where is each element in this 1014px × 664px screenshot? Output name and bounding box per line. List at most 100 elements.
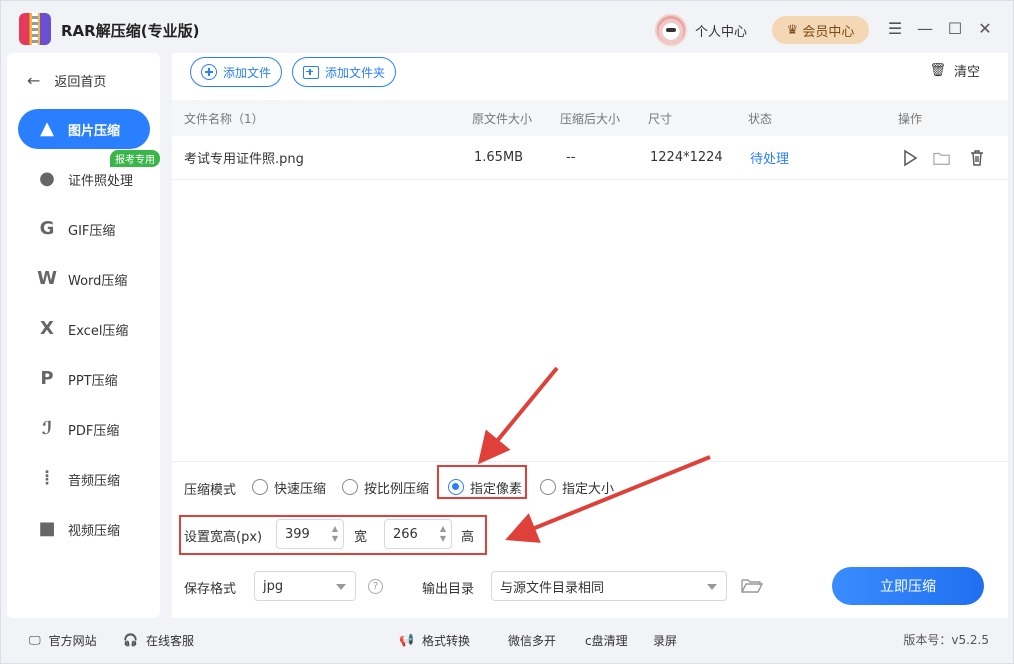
sidebar-item-label: 视频压缩: [68, 523, 121, 539]
support-link[interactable]: 🎧 在线客服: [123, 631, 194, 649]
divider: [172, 461, 1008, 462]
sidebar-item-id-photo[interactable]: ● 证件照处理: [18, 159, 150, 199]
dimensions: 1224*1224: [650, 150, 723, 165]
format-convert-label: 格式转换: [421, 633, 470, 648]
sidebar-item-label: 图片压缩: [68, 123, 121, 139]
table-header: 文件名称（1） 原文件大小 压缩后大小 尺寸 状态 操作: [172, 100, 1008, 136]
pdf-icon: ℐ: [41, 418, 53, 439]
output-select[interactable]: 与源文件目录相同: [491, 571, 727, 601]
add-file-button[interactable]: 添加文件: [190, 57, 283, 87]
crown-icon: ♛: [786, 22, 799, 38]
minimize-icon[interactable]: —: [915, 19, 935, 38]
mode-fast-radio[interactable]: 快速压缩: [252, 475, 326, 499]
main-panel: 添加文件 添加文件夹 🗑 清空 文件名称（1） 原文件大小 压缩后大小 尺寸 状…: [172, 53, 1008, 618]
app-title: RAR解压缩(专业版): [61, 22, 200, 40]
sidebar-item-label: 证件照处理: [68, 173, 134, 189]
sidebar-item-label: 音频压缩: [68, 473, 121, 489]
header-name: 文件名称（1）: [184, 111, 264, 126]
radio-icon: [252, 479, 268, 495]
format-select[interactable]: jpg: [254, 571, 356, 601]
ppt-icon: P: [40, 368, 54, 389]
sidebar-item-label: PDF压缩: [68, 423, 120, 439]
sidebar-item-audio[interactable]: ⦙ 音频压缩: [18, 459, 150, 499]
menu-icon[interactable]: ☰: [885, 19, 905, 38]
mode-fast-label: 快速压缩: [274, 481, 327, 497]
vip-center-button[interactable]: ♛ 会员中心: [772, 16, 869, 44]
sidebar-item-gif[interactable]: G GIF压缩: [18, 209, 150, 249]
header-orig-size: 原文件大小: [472, 111, 533, 126]
back-home-button[interactable]: ← 返回首页: [27, 71, 106, 90]
sidebar-item-video[interactable]: ■ 视频压缩: [18, 509, 150, 549]
website-label: 官方网站: [48, 633, 97, 648]
compress-now-button[interactable]: 立即压缩: [832, 567, 984, 605]
add-folder-button[interactable]: 添加文件夹: [292, 57, 397, 87]
header-dimensions: 尺寸: [648, 111, 673, 126]
version-label: 版本号：v5.2.5: [903, 633, 989, 647]
sidebar-item-excel[interactable]: X Excel压缩: [18, 309, 150, 349]
folder-open-icon[interactable]: [741, 577, 763, 595]
back-home-label: 返回首页: [54, 75, 107, 90]
radio-icon: [540, 479, 556, 495]
close-icon[interactable]: ✕: [975, 19, 995, 38]
record-link[interactable]: 录屏: [653, 631, 677, 649]
headset-icon: 🎧: [123, 633, 138, 647]
folder-icon[interactable]: [933, 149, 951, 167]
app-logo-icon: [19, 13, 51, 45]
chevron-down-icon: [707, 584, 717, 590]
support-label: 在线客服: [145, 633, 194, 648]
id-photo-icon: ●: [39, 168, 55, 189]
file-name: 考试专用证件照.png: [184, 152, 304, 167]
format-value: jpg: [263, 578, 284, 594]
format-label: 保存格式: [184, 582, 237, 597]
save-row: 保存格式 jpg ? 输出目录 与源文件目录相同: [184, 571, 784, 601]
output-value: 与源文件目录相同: [500, 580, 605, 596]
table-row: 考试专用证件照.png 1.65MB -- 1224*1224 待处理: [172, 136, 1008, 180]
avatar: [655, 14, 687, 46]
compress-now-label: 立即压缩: [880, 579, 936, 595]
output-label: 输出目录: [422, 582, 475, 597]
play-icon[interactable]: [901, 149, 919, 167]
wechat-multi-link[interactable]: 微信多开: [508, 631, 556, 649]
chevron-down-icon: [336, 584, 346, 590]
header-status: 状态: [748, 111, 773, 126]
mode-size-label: 指定大小: [562, 481, 615, 497]
word-icon: W: [37, 268, 57, 289]
sidebar-item-label: Word压缩: [68, 273, 128, 289]
sidebar-item-label: Excel压缩: [68, 323, 129, 339]
sidebar-item-label: PPT压缩: [68, 373, 118, 389]
app-window: RAR解压缩(专业版) 个人中心 ♛ 会员中心 ☰ — ☐ ✕ ← 返回首页 ▲…: [0, 0, 1014, 664]
website-link[interactable]: 🖵 官方网站: [29, 631, 97, 649]
add-folder-label: 添加文件夹: [325, 65, 386, 80]
megaphone-icon: 📢: [399, 633, 414, 647]
clear-label: 清空: [953, 65, 980, 80]
vip-center-label: 会员中心: [802, 24, 855, 40]
sidebar-item-image[interactable]: ▲ 图片压缩: [18, 109, 150, 149]
maximize-icon[interactable]: ☐: [945, 19, 965, 38]
annotation-box-pixel: [437, 465, 527, 499]
add-file-label: 添加文件: [223, 65, 272, 80]
mode-ratio-radio[interactable]: 按比例压缩: [342, 475, 429, 499]
user-center-button[interactable]: 个人中心: [655, 13, 747, 47]
delete-icon[interactable]: [968, 149, 986, 167]
gif-icon: G: [39, 218, 55, 239]
header-comp-size: 压缩后大小: [560, 111, 621, 126]
clear-button[interactable]: 🗑 清空: [929, 61, 980, 80]
image-icon: ▲: [40, 118, 54, 139]
radio-icon: [342, 479, 358, 495]
plus-circle-icon: [201, 64, 217, 80]
sidebar-item-ppt[interactable]: P PPT压缩: [18, 359, 150, 399]
mode-label: 压缩模式: [184, 483, 237, 498]
sidebar-item-word[interactable]: W Word压缩: [18, 259, 150, 299]
audio-icon: ⦙: [44, 468, 50, 489]
format-convert-link[interactable]: 📢 格式转换: [399, 631, 470, 649]
arrow-left-icon: ←: [27, 71, 41, 90]
orig-size: 1.65MB: [474, 150, 524, 165]
sidebar: ← 返回首页 ▲ 图片压缩 报考专用 ● 证件照处理 G GIF压缩 W Wor…: [7, 53, 160, 618]
trash-icon: 🗑: [929, 63, 946, 78]
mode-ratio-label: 按比例压缩: [364, 481, 430, 497]
c-clean-link[interactable]: c盘清理: [585, 631, 628, 649]
help-icon[interactable]: ?: [368, 579, 383, 594]
sidebar-item-pdf[interactable]: ℐ PDF压缩: [18, 409, 150, 449]
video-icon: ■: [38, 518, 56, 539]
mode-size-radio[interactable]: 指定大小: [540, 475, 614, 499]
